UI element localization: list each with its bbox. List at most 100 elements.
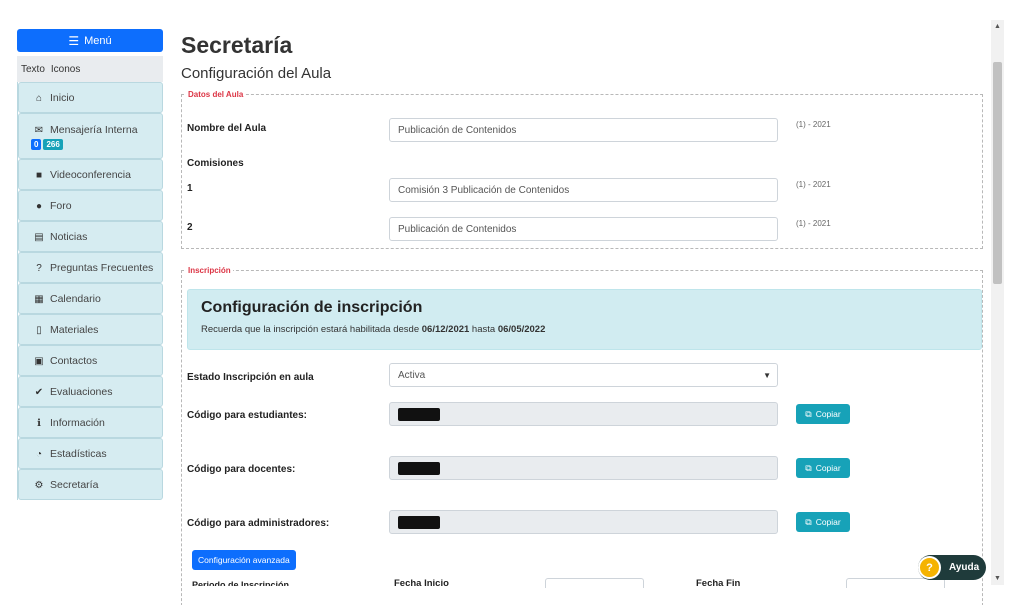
comments-icon: ●: [35, 200, 43, 212]
calendar-icon: ▦: [34, 293, 44, 305]
help-label: Ayuda: [949, 562, 980, 573]
comision-value: Publicación de Contenidos: [398, 223, 517, 235]
sidebar-item-label: Secretaría: [50, 478, 99, 491]
chevron-down-icon: ▼: [763, 371, 771, 380]
page-subtitle: Configuración del Aula: [181, 65, 332, 82]
comision-hint: (1) - 2021: [796, 180, 831, 189]
sidebar-item-videoconferencia[interactable]: ■ Videoconferencia: [18, 159, 163, 190]
sidebar-item-informacion[interactable]: ℹ Información: [18, 407, 163, 438]
sidebar-item-contactos[interactable]: ▣ Contactos: [18, 345, 163, 376]
scroll-up-arrow-icon[interactable]: ▲: [991, 20, 1004, 33]
codigo-admin-input[interactable]: [389, 510, 778, 534]
question-circle-icon: ?: [36, 262, 42, 274]
info-text-mid: hasta: [469, 324, 498, 335]
sidebar-item-label: Inicio: [50, 91, 75, 104]
sidebar-item-calendario[interactable]: ▦ Calendario: [18, 283, 163, 314]
comision-number: 1: [187, 183, 193, 194]
nombre-aula-label: Nombre del Aula: [187, 123, 267, 134]
fecha-inicio-input[interactable]: [545, 578, 644, 588]
fecha-inicio-label: Fecha Inicio: [394, 578, 449, 586]
sidebar-item-materiales[interactable]: ▯ Materiales: [18, 314, 163, 345]
datos-del-aula-section: Datos del Aula Nombre del Aula Publicaci…: [181, 90, 983, 249]
sidebar-item-estadisticas[interactable]: ◔ Estadísticas: [18, 438, 163, 469]
inscripcion-info-title: Configuración de inscripción: [201, 299, 423, 316]
sidebar-item-noticias[interactable]: ▤ Noticias: [18, 221, 163, 252]
address-book-icon: ▣: [34, 355, 44, 367]
advanced-config-button[interactable]: Configuración avanzada: [192, 550, 296, 570]
cogs-icon: ⚙: [34, 479, 44, 491]
video-icon: ■: [35, 169, 43, 181]
comision-hint: (1) - 2021: [796, 219, 831, 228]
comision-value: Comisión 3 Publicación de Contenidos: [398, 184, 570, 196]
sidebar-item-label: Calendario: [50, 292, 101, 305]
codigo-docentes-input[interactable]: [389, 456, 778, 480]
comision-number: 2: [187, 222, 193, 233]
sidebar-item-label: Videoconferencia: [50, 168, 131, 181]
datos-legend: Datos del Aula: [188, 90, 244, 99]
menu-button-label: Menú: [84, 34, 112, 47]
copy-label: Copiar: [815, 463, 841, 473]
sidebar-item-label: Contactos: [50, 354, 98, 367]
page-title: Secretaría: [181, 32, 293, 58]
page-scrollbar[interactable]: ▲ ▼: [991, 20, 1004, 585]
inscripcion-info-box: Configuración de inscripción Recuerda qu…: [187, 289, 982, 350]
date-from: 06/12/2021: [421, 324, 470, 335]
sidebar-item-inicio[interactable]: ⌂ Inicio: [18, 82, 163, 113]
copy-label: Copiar: [815, 409, 841, 419]
estado-inscripcion-label: Estado Inscripción en aula: [187, 372, 314, 383]
inscripcion-legend: Inscripción: [188, 266, 231, 275]
sidebar-item-label: Foro: [50, 199, 72, 212]
redacted-code: [398, 407, 440, 421]
sidebar-item-label: Evaluaciones: [50, 385, 113, 398]
sidebar-nav: ⌂ Inicio ✉ Mensajería Interna 0 266 ■ Video…: [17, 82, 163, 500]
sidebar-item-mensajeria[interactable]: ✉ Mensajería Interna 0 266: [18, 113, 163, 159]
sidebar-item-label: Noticias: [50, 230, 88, 243]
sidebar-item-label: Estadísticas: [50, 447, 107, 460]
sidebar-item-evaluaciones[interactable]: ✔ Evaluaciones: [18, 376, 163, 407]
redacted-code: [398, 515, 440, 529]
check-circle-icon: ✔: [34, 386, 44, 398]
view-toggle: Texto Iconos: [17, 56, 163, 82]
nombre-aula-input[interactable]: Publicación de Contenidos: [389, 118, 778, 142]
periodo-label: Periodo de Inscripción: [192, 580, 290, 586]
info-text-prefix: Recuerda que la inscripción estará habil…: [201, 324, 422, 335]
menu-button[interactable]: ☰ Menú: [17, 29, 163, 52]
view-toggle-icons[interactable]: Iconos: [51, 64, 80, 75]
copy-docentes-button[interactable]: ⧉ Copiar: [796, 458, 850, 478]
copy-estudiantes-button[interactable]: ⧉ Copiar: [796, 404, 850, 424]
copy-icon: ⧉: [805, 408, 812, 419]
main-content: Secretaría Configuración del Aula Datos …: [181, 30, 983, 605]
copy-icon: ⧉: [805, 516, 812, 527]
scroll-down-arrow-icon[interactable]: ▼: [991, 572, 1004, 585]
home-icon: ⌂: [35, 92, 43, 104]
file-icon: ▯: [36, 324, 42, 336]
codigo-docentes-label: Código para docentes:: [187, 464, 296, 475]
inscripcion-section: Inscripción Configuración de inscripción…: [181, 266, 983, 605]
comision-input[interactable]: Comisión 3 Publicación de Contenidos: [389, 178, 778, 202]
envelope-icon: ✉: [34, 125, 44, 136]
comision-input[interactable]: Publicación de Contenidos: [389, 217, 778, 241]
sidebar-item-preguntas[interactable]: ? Preguntas Frecuentes: [18, 252, 163, 283]
unread-count-badge: 0: [31, 139, 42, 150]
copy-admin-button[interactable]: ⧉ Copiar: [796, 512, 850, 532]
codigo-estudiantes-input[interactable]: [389, 402, 778, 426]
copy-label: Copiar: [815, 517, 841, 527]
nombre-aula-hint: (1) - 2021: [796, 120, 831, 129]
sidebar-item-label: Información: [50, 416, 105, 429]
estado-inscripcion-value: Activa: [398, 369, 426, 381]
sidebar-item-foro[interactable]: ● Foro: [18, 190, 163, 221]
view-toggle-text[interactable]: Texto: [21, 64, 45, 75]
sidebar-item-label: Mensajería Interna: [50, 124, 138, 136]
question-icon: ?: [918, 556, 941, 579]
sidebar: ☰ Menú Texto Iconos ⌂ Inicio ✉ Mensajería …: [17, 29, 163, 500]
estado-inscripcion-select[interactable]: Activa ▼: [389, 363, 778, 387]
codigo-estudiantes-label: Código para estudiantes:: [187, 410, 308, 421]
sidebar-item-label: Materiales: [50, 323, 99, 336]
fecha-fin-label: Fecha Fin: [696, 578, 741, 586]
scroll-thumb[interactable]: [993, 62, 1002, 284]
menu-icon: ☰: [68, 33, 80, 48]
sidebar-item-secretaria[interactable]: ⚙ Secretaría: [18, 469, 163, 500]
date-to: 06/05/2022: [497, 324, 546, 335]
codigo-admin-label: Código para administradores:: [187, 518, 330, 529]
help-button[interactable]: ? Ayuda: [918, 555, 986, 580]
